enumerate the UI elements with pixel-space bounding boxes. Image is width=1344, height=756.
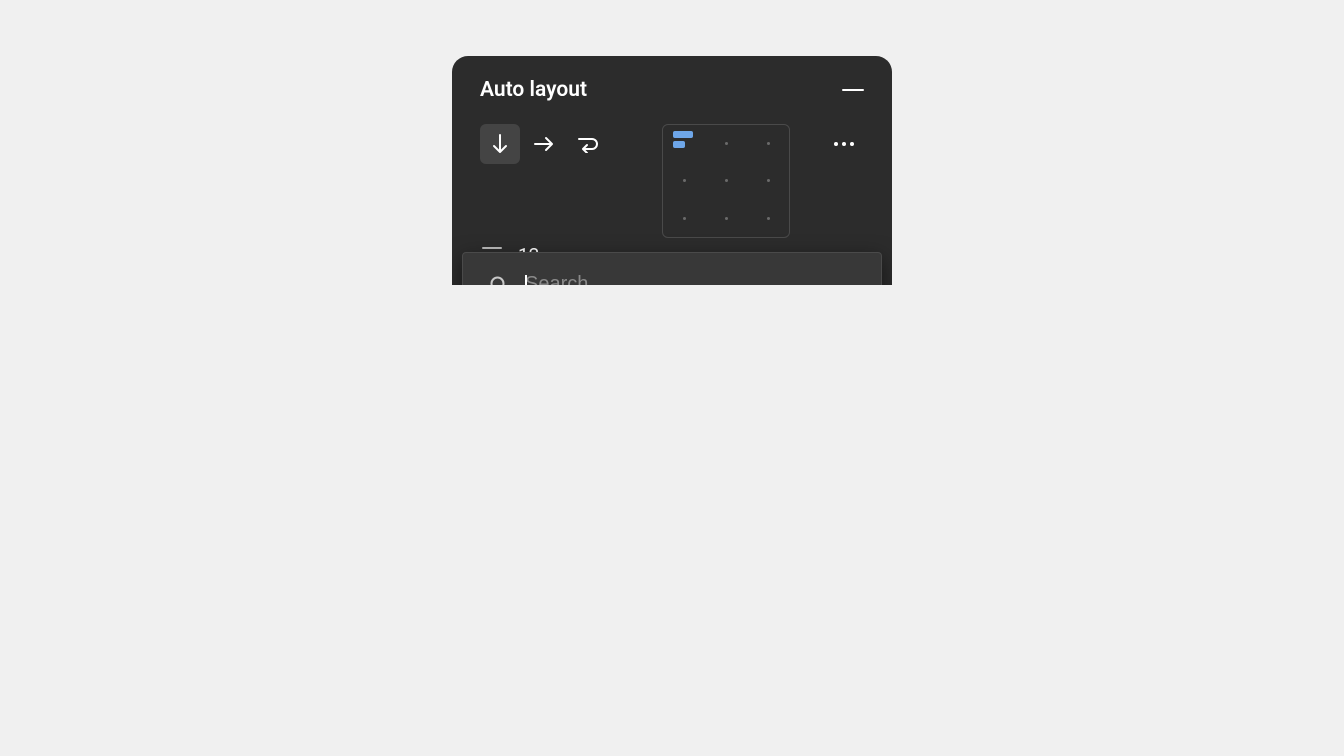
direction-horizontal-button[interactable] [524, 124, 564, 164]
search-input[interactable] [525, 273, 855, 285]
variable-picker-popover: All libraries Polaris Gen 3 Styles ... /… [462, 252, 882, 285]
search-icon [489, 275, 509, 286]
wrap-icon [576, 135, 600, 153]
search-row [463, 253, 881, 285]
alignment-indicator-icon [673, 131, 693, 148]
panel-title: Auto layout [480, 78, 587, 102]
direction-row [452, 112, 892, 238]
alignment-grid[interactable] [662, 124, 790, 238]
direction-vertical-button[interactable] [480, 124, 520, 164]
panel-header: Auto layout [452, 56, 892, 112]
collapse-icon[interactable] [842, 89, 864, 92]
more-options-button[interactable] [824, 124, 864, 164]
direction-group [480, 124, 608, 164]
arrow-down-icon [491, 134, 509, 154]
arrow-right-icon [534, 135, 554, 153]
text-cursor [525, 275, 527, 285]
auto-layout-panel: Auto layout [452, 56, 892, 285]
direction-wrap-button[interactable] [568, 124, 608, 164]
